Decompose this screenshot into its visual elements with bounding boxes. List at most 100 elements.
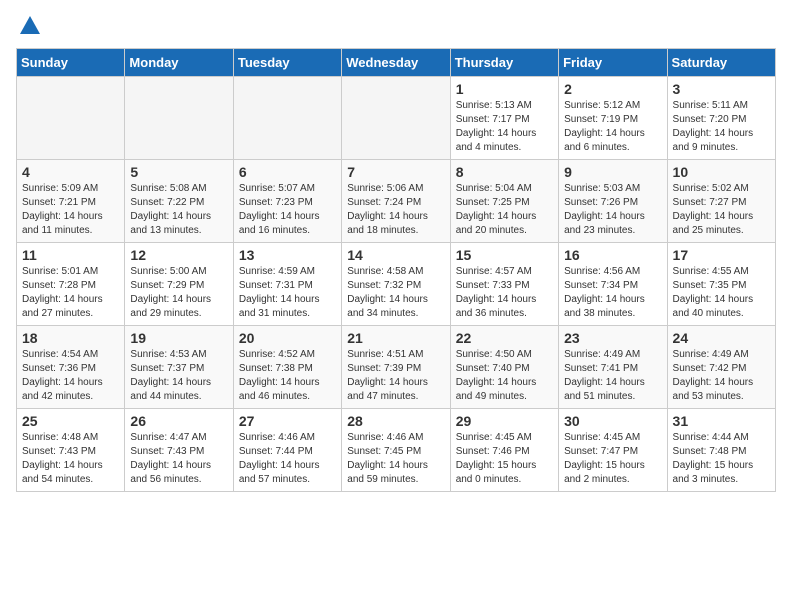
calendar-week-row: 4 Sunrise: 5:09 AM Sunset: 7:21 PM Daylig…	[17, 160, 776, 243]
calendar-day-cell: 9 Sunrise: 5:03 AM Sunset: 7:26 PM Daylig…	[559, 160, 667, 243]
day-number: 26	[130, 413, 227, 429]
day-info: Sunrise: 4:56 AM Sunset: 7:34 PM Dayligh…	[564, 265, 661, 321]
day-info: Sunrise: 5:02 AM Sunset: 7:27 PM Dayligh…	[673, 182, 770, 238]
day-info: Sunrise: 5:13 AM Sunset: 7:17 PM Dayligh…	[456, 99, 553, 155]
calendar-day-cell: 29 Sunrise: 4:45 AM Sunset: 7:46 PM Dayli…	[450, 409, 558, 492]
weekday-header-cell: Sunday	[17, 49, 125, 77]
day-info: Sunrise: 4:49 AM Sunset: 7:41 PM Dayligh…	[564, 348, 661, 404]
calendar-day-cell: 8Sunrise: 5:04 AM Sunset: 7:25 PM Daylig…	[450, 160, 558, 243]
calendar-week-row: 11 Sunrise: 5:01 AM Sunset: 7:28 PM Dayli…	[17, 243, 776, 326]
weekday-header-cell: Saturday	[667, 49, 775, 77]
calendar-day-cell: 16 Sunrise: 4:56 AM Sunset: 7:34 PM Dayli…	[559, 243, 667, 326]
calendar-week-row: 1 Sunrise: 5:13 AM Sunset: 7:17 PM Daylig…	[17, 77, 776, 160]
day-info: Sunrise: 4:50 AM Sunset: 7:40 PM Dayligh…	[456, 348, 553, 404]
day-info: Sunrise: 4:47 AM Sunset: 7:43 PM Dayligh…	[130, 431, 227, 487]
calendar-day-cell: 26 Sunrise: 4:47 AM Sunset: 7:43 PM Dayli…	[125, 409, 233, 492]
day-info: Sunrise: 4:59 AM Sunset: 7:31 PM Dayligh…	[239, 265, 336, 321]
day-info: Sunrise: 5:03 AM Sunset: 7:26 PM Dayligh…	[564, 182, 661, 238]
calendar-day-cell: 7 Sunrise: 5:06 AM Sunset: 7:24 PM Daylig…	[342, 160, 450, 243]
calendar-day-cell: 31Sunrise: 4:44 AM Sunset: 7:48 PM Dayli…	[667, 409, 775, 492]
day-info: Sunrise: 4:53 AM Sunset: 7:37 PM Dayligh…	[130, 348, 227, 404]
day-number: 27	[239, 413, 336, 429]
day-info: Sunrise: 5:12 AM Sunset: 7:19 PM Dayligh…	[564, 99, 661, 155]
calendar-day-cell: 1 Sunrise: 5:13 AM Sunset: 7:17 PM Daylig…	[450, 77, 558, 160]
calendar-day-cell: 4 Sunrise: 5:09 AM Sunset: 7:21 PM Daylig…	[17, 160, 125, 243]
day-info: Sunrise: 4:49 AM Sunset: 7:42 PM Dayligh…	[673, 348, 770, 404]
day-number: 1	[456, 81, 553, 97]
day-number: 21	[347, 330, 444, 346]
day-number: 19	[130, 330, 227, 346]
day-number: 9	[564, 164, 661, 180]
day-number: 11	[22, 247, 119, 263]
day-number: 16	[564, 247, 661, 263]
calendar-day-cell: 12 Sunrise: 5:00 AM Sunset: 7:29 PM Dayli…	[125, 243, 233, 326]
day-info: Sunrise: 5:07 AM Sunset: 7:23 PM Dayligh…	[239, 182, 336, 238]
day-number: 25	[22, 413, 119, 429]
day-info: Sunrise: 5:00 AM Sunset: 7:29 PM Dayligh…	[130, 265, 227, 321]
calendar-day-cell: 13 Sunrise: 4:59 AM Sunset: 7:31 PM Dayli…	[233, 243, 341, 326]
day-number: 6	[239, 164, 336, 180]
day-number: 30	[564, 413, 661, 429]
calendar-day-cell: 28 Sunrise: 4:46 AM Sunset: 7:45 PM Dayli…	[342, 409, 450, 492]
day-info: Sunrise: 4:57 AM Sunset: 7:33 PM Dayligh…	[456, 265, 553, 321]
day-number: 2	[564, 81, 661, 97]
weekday-header-cell: Thursday	[450, 49, 558, 77]
day-number: 5	[130, 164, 227, 180]
day-info: Sunrise: 4:55 AM Sunset: 7:35 PM Dayligh…	[673, 265, 770, 321]
day-info: Sunrise: 5:09 AM Sunset: 7:21 PM Dayligh…	[22, 182, 119, 238]
calendar-body: 1 Sunrise: 5:13 AM Sunset: 7:17 PM Daylig…	[17, 77, 776, 492]
calendar-day-cell: 2 Sunrise: 5:12 AM Sunset: 7:19 PM Daylig…	[559, 77, 667, 160]
day-number: 4	[22, 164, 119, 180]
calendar-day-cell: 23 Sunrise: 4:49 AM Sunset: 7:41 PM Dayli…	[559, 326, 667, 409]
logo-triangle-icon	[20, 16, 40, 34]
day-number: 13	[239, 247, 336, 263]
calendar-day-cell: 21 Sunrise: 4:51 AM Sunset: 7:39 PM Dayli…	[342, 326, 450, 409]
calendar-day-cell: 22 Sunrise: 4:50 AM Sunset: 7:40 PM Dayli…	[450, 326, 558, 409]
calendar-day-cell: 19 Sunrise: 4:53 AM Sunset: 7:37 PM Dayli…	[125, 326, 233, 409]
calendar-day-cell: 30 Sunrise: 4:45 AM Sunset: 7:47 PM Dayli…	[559, 409, 667, 492]
calendar-day-cell: 15 Sunrise: 4:57 AM Sunset: 7:33 PM Dayli…	[450, 243, 558, 326]
day-number: 10	[673, 164, 770, 180]
calendar-day-cell	[125, 77, 233, 160]
day-info: Sunrise: 4:44 AM Sunset: 7:48 PM Dayligh…	[673, 431, 770, 487]
day-info: Sunrise: 5:11 AM Sunset: 7:20 PM Dayligh…	[673, 99, 770, 155]
day-number: 29	[456, 413, 553, 429]
day-number: 24	[673, 330, 770, 346]
weekday-header-cell: Monday	[125, 49, 233, 77]
day-info: Sunrise: 4:45 AM Sunset: 7:47 PM Dayligh…	[564, 431, 661, 487]
day-info: Sunrise: 4:51 AM Sunset: 7:39 PM Dayligh…	[347, 348, 444, 404]
day-number: 14	[347, 247, 444, 263]
calendar-day-cell: 11 Sunrise: 5:01 AM Sunset: 7:28 PM Dayli…	[17, 243, 125, 326]
day-info: Sunrise: 4:45 AM Sunset: 7:46 PM Dayligh…	[456, 431, 553, 487]
day-info: Sunrise: 4:46 AM Sunset: 7:45 PM Dayligh…	[347, 431, 444, 487]
calendar-day-cell: 25Sunrise: 4:48 AM Sunset: 7:43 PM Dayli…	[17, 409, 125, 492]
day-info: Sunrise: 4:52 AM Sunset: 7:38 PM Dayligh…	[239, 348, 336, 404]
calendar-day-cell	[233, 77, 341, 160]
day-info: Sunrise: 5:06 AM Sunset: 7:24 PM Dayligh…	[347, 182, 444, 238]
calendar-day-cell: 18Sunrise: 4:54 AM Sunset: 7:36 PM Dayli…	[17, 326, 125, 409]
day-number: 23	[564, 330, 661, 346]
day-number: 15	[456, 247, 553, 263]
day-number: 22	[456, 330, 553, 346]
day-number: 7	[347, 164, 444, 180]
calendar-day-cell: 24 Sunrise: 4:49 AM Sunset: 7:42 PM Dayli…	[667, 326, 775, 409]
day-info: Sunrise: 5:01 AM Sunset: 7:28 PM Dayligh…	[22, 265, 119, 321]
day-number: 18	[22, 330, 119, 346]
weekday-header-row: SundayMondayTuesdayWednesdayThursdayFrid…	[17, 49, 776, 77]
calendar-day-cell	[17, 77, 125, 160]
calendar-day-cell: 27Sunrise: 4:46 AM Sunset: 7:44 PM Dayli…	[233, 409, 341, 492]
day-number: 12	[130, 247, 227, 263]
calendar-day-cell: 14 Sunrise: 4:58 AM Sunset: 7:32 PM Dayli…	[342, 243, 450, 326]
calendar-day-cell: 20Sunrise: 4:52 AM Sunset: 7:38 PM Dayli…	[233, 326, 341, 409]
day-info: Sunrise: 5:08 AM Sunset: 7:22 PM Dayligh…	[130, 182, 227, 238]
calendar-day-cell: 5 Sunrise: 5:08 AM Sunset: 7:22 PM Daylig…	[125, 160, 233, 243]
day-info: Sunrise: 4:58 AM Sunset: 7:32 PM Dayligh…	[347, 265, 444, 321]
calendar-week-row: 25Sunrise: 4:48 AM Sunset: 7:43 PM Dayli…	[17, 409, 776, 492]
calendar-day-cell: 3 Sunrise: 5:11 AM Sunset: 7:20 PM Daylig…	[667, 77, 775, 160]
day-number: 3	[673, 81, 770, 97]
day-number: 28	[347, 413, 444, 429]
day-number: 17	[673, 247, 770, 263]
page-header	[16, 16, 776, 36]
calendar-day-cell: 10 Sunrise: 5:02 AM Sunset: 7:27 PM Dayli…	[667, 160, 775, 243]
calendar-table: SundayMondayTuesdayWednesdayThursdayFrid…	[16, 48, 776, 492]
